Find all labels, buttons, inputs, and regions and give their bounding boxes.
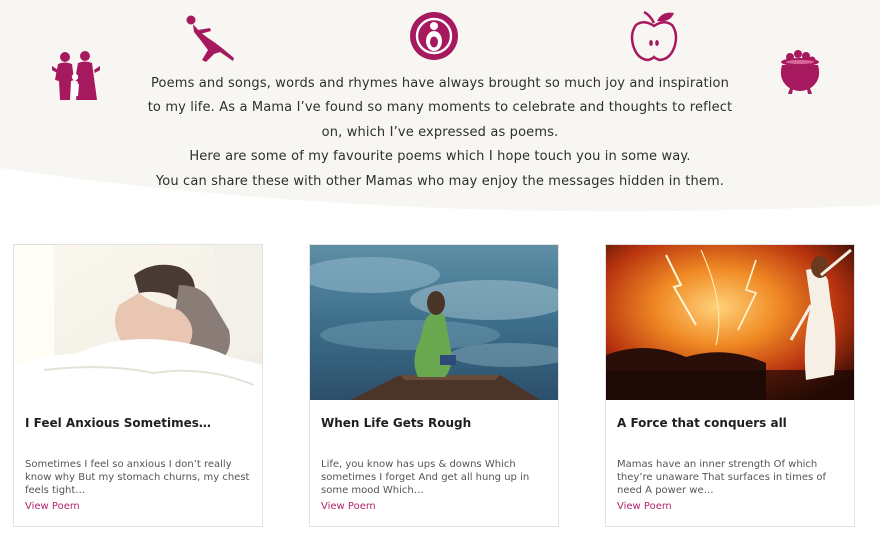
pregnancy-circle-icon — [409, 11, 459, 61]
family-icon — [52, 50, 100, 102]
poem-card[interactable]: A Force that conquers all Mamas have an … — [605, 244, 855, 527]
view-poem-link[interactable]: View Poem — [25, 501, 80, 512]
woman-hugging-knees-photo[interactable] — [14, 245, 262, 400]
girl-on-pier-lake-photo[interactable] — [310, 245, 558, 400]
card-title[interactable]: A Force that conquers all — [617, 416, 787, 430]
view-poem-link[interactable]: View Poem — [321, 501, 376, 512]
card-excerpt: Life, you know has ups & downs Which som… — [321, 459, 530, 497]
intro-text: Poems and songs, words and rhymes have a… — [140, 72, 740, 194]
hero-section: Poems and songs, words and rhymes have a… — [0, 0, 880, 215]
view-poem-link[interactable]: View Poem — [617, 501, 672, 512]
apple-icon — [630, 9, 678, 63]
card-excerpt: Mamas have an inner strength Of which th… — [617, 459, 826, 497]
woman-storm-lightning-photo[interactable] — [606, 245, 854, 400]
card-title[interactable]: When Life Gets Rough — [321, 416, 471, 430]
poem-card[interactable]: When Life Gets Rough Life, you know has … — [309, 244, 559, 527]
intro-line: on, which I’ve expressed as poems. — [321, 124, 559, 140]
intro-line: Here are some of my favourite poems whic… — [189, 149, 691, 165]
card-excerpt: Sometimes I feel so anxious I don’t real… — [25, 459, 250, 497]
intro-line: to my life. As a Mama I’ve found so many… — [147, 100, 733, 116]
poem-card[interactable]: I Feel Anxious Sometimes… Sometimes I fe… — [13, 244, 263, 527]
intro-line: You can share these with other Mamas who… — [155, 173, 725, 189]
card-title[interactable]: I Feel Anxious Sometimes… — [25, 416, 211, 430]
yoga-pose-icon — [184, 14, 236, 64]
cauldron-icon — [778, 49, 822, 95]
intro-line: Poems and songs, words and rhymes have a… — [151, 76, 729, 91]
